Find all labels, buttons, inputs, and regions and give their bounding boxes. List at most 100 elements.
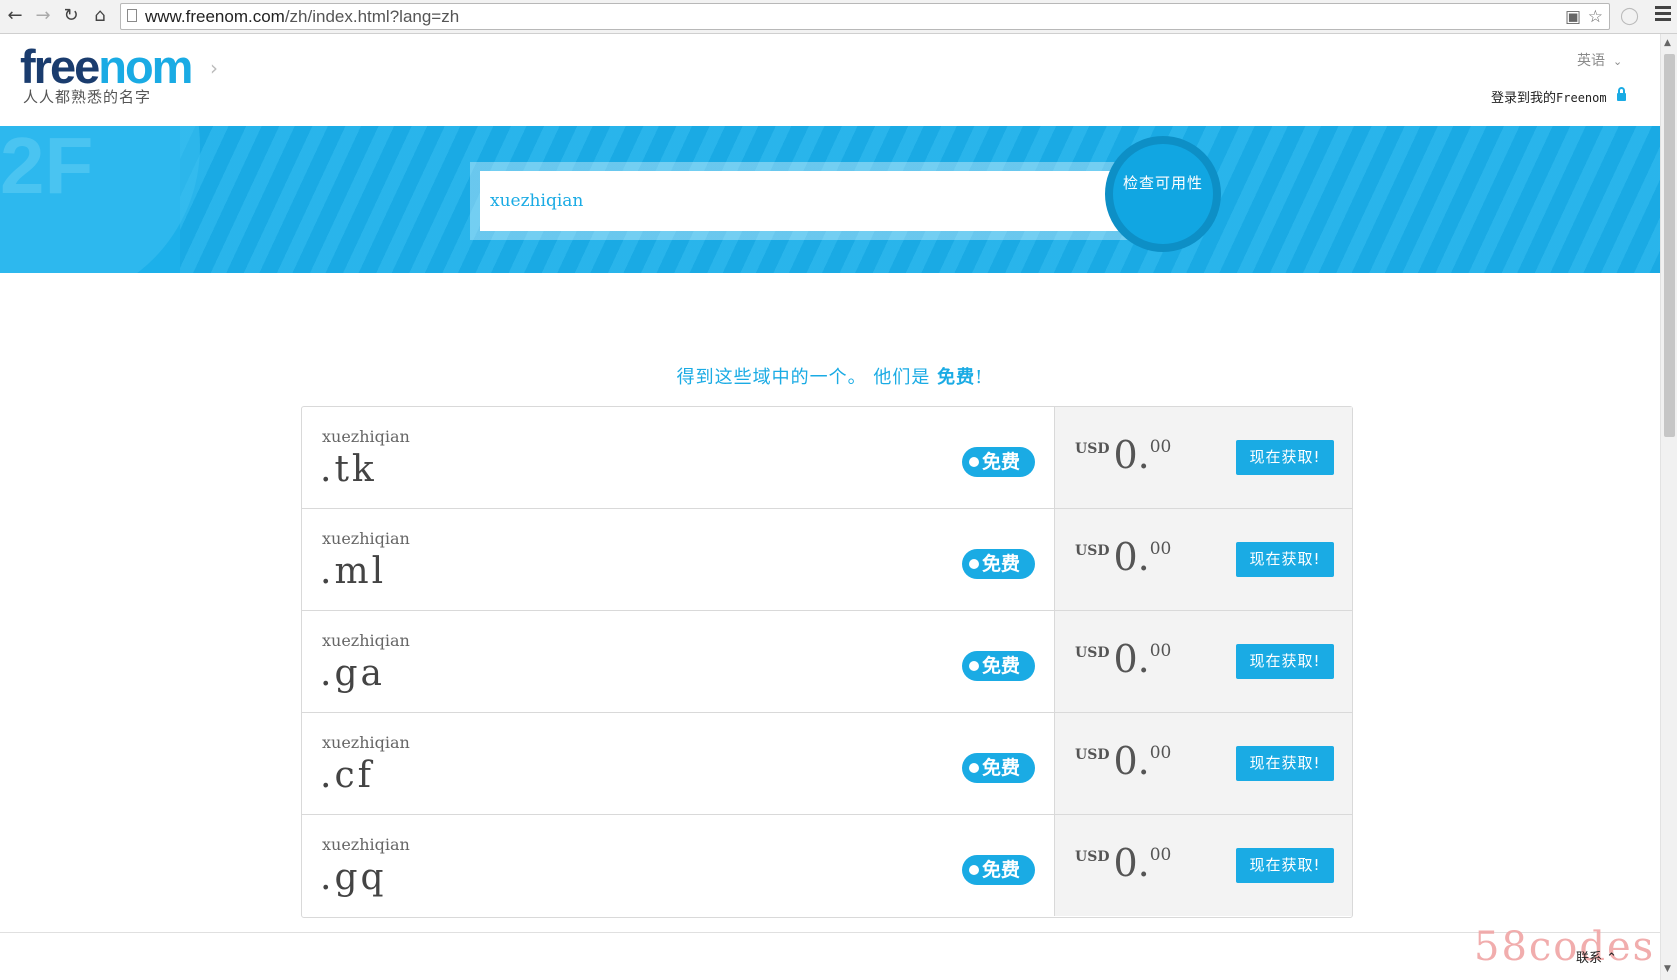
reload-icon[interactable]: ↻ <box>60 5 82 27</box>
domain-cell: xuezhiqian .ml 免费 <box>302 509 1054 610</box>
free-badge: 免费 <box>962 855 1035 885</box>
price: USD 0.00 <box>1075 433 1171 477</box>
price-integer: 0. <box>1113 433 1150 477</box>
chevron-up-icon: ⌃ <box>1606 951 1618 966</box>
domain-row: xuezhiqian .gq 免费 USD 0.00 现在获取! <box>302 815 1352 917</box>
domain-cell: xuezhiqian .ga 免费 <box>302 611 1054 712</box>
promo-highlight: 免费 <box>937 367 976 388</box>
tagline: 人人都熟悉的名字 <box>23 88 152 106</box>
hero-banner: 2F xuezhiqian 检查可用性 <box>0 126 1660 273</box>
home-icon[interactable]: ⌂ <box>89 5 111 27</box>
address-bar[interactable]: www.freenom.com/zh/index.html?lang=zh ▣ … <box>120 3 1610 30</box>
url-host: www.freenom.com <box>145 7 285 26</box>
price-currency: USD <box>1075 543 1110 559</box>
promo-suffix: ! <box>975 367 984 388</box>
free-badge: 免费 <box>962 753 1035 783</box>
scrollbar[interactable]: ▲ ▼ <box>1660 34 1677 980</box>
price-integer: 0. <box>1113 841 1150 885</box>
price-decimal: 00 <box>1149 845 1172 865</box>
free-badge: 免费 <box>962 651 1035 681</box>
get-now-button[interactable]: 现在获取! <box>1236 644 1334 679</box>
language-selector[interactable]: 英语 ⌄ <box>1577 50 1622 70</box>
free-badge: 免费 <box>962 549 1035 579</box>
get-now-button[interactable]: 现在获取! <box>1236 542 1334 577</box>
dot-icon <box>969 865 979 875</box>
price-cell: USD 0.00 现在获取! <box>1054 611 1352 712</box>
forward-icon[interactable]: → <box>32 5 54 27</box>
hero-decoration: 2F <box>0 126 94 210</box>
translate-icon[interactable]: ▣ <box>1565 7 1581 27</box>
domain-name: xuezhiqian <box>322 733 410 752</box>
domain-name: xuezhiqian <box>322 529 410 548</box>
domain-row: xuezhiqian .ml 免费 USD 0.00 现在获取! <box>302 509 1352 611</box>
domain-tld: .gq <box>320 857 387 898</box>
address-url: www.freenom.com/zh/index.html?lang=zh <box>145 7 459 27</box>
menu-icon[interactable] <box>1655 6 1671 26</box>
get-now-button[interactable]: 现在获取! <box>1236 440 1334 475</box>
get-now-button[interactable]: 现在获取! <box>1236 848 1334 883</box>
domain-cell: xuezhiqian .tk 免费 <box>302 407 1054 508</box>
contact-label: 联系 <box>1576 951 1603 966</box>
domain-tld: .cf <box>320 755 374 796</box>
price-integer: 0. <box>1113 739 1150 783</box>
watermark: 58codes <box>1474 924 1656 970</box>
domain-results-table: xuezhiqian .tk 免费 USD 0.00 现在获取! xuezhiqi… <box>301 406 1353 918</box>
domain-search-input[interactable]: xuezhiqian <box>480 171 1120 231</box>
domain-tld: .ga <box>320 653 385 694</box>
check-availability-button[interactable]: 检查可用性 <box>1105 136 1221 252</box>
price-decimal: 00 <box>1149 641 1172 661</box>
free-badge-label: 免费 <box>982 859 1021 881</box>
free-badge-label: 免费 <box>982 655 1021 677</box>
domain-tld: .ml <box>320 551 387 592</box>
domain-name: xuezhiqian <box>322 835 410 854</box>
domain-name: xuezhiqian <box>322 427 410 446</box>
price-currency: USD <box>1075 645 1110 661</box>
free-badge-label: 免费 <box>982 451 1021 473</box>
contact-link[interactable]: 联系 ⌃ <box>1576 947 1617 966</box>
price-cell: USD 0.00 现在获取! <box>1054 815 1352 916</box>
get-now-button[interactable]: 现在获取! <box>1236 746 1334 781</box>
price-integer: 0. <box>1113 637 1150 681</box>
lock-icon <box>1616 87 1626 101</box>
promo-text: 得到这些域中的一个。 他们是 免费! <box>0 363 1660 389</box>
scroll-down-icon[interactable]: ▼ <box>1664 964 1671 974</box>
domain-name: xuezhiqian <box>322 631 410 650</box>
price-cell: USD 0.00 现在获取! <box>1054 509 1352 610</box>
free-badge-label: 免费 <box>982 757 1021 779</box>
browser-toolbar: ← → ↻ ⌂ www.freenom.com/zh/index.html?la… <box>0 0 1677 34</box>
price-currency: USD <box>1075 441 1110 457</box>
domain-cell: xuezhiqian .gq 免费 <box>302 815 1054 916</box>
bookmark-star-icon[interactable]: ☆ <box>1588 7 1603 27</box>
login-text: 登录到我的 <box>1491 91 1557 106</box>
price: USD 0.00 <box>1075 637 1171 681</box>
language-label: 英语 <box>1577 53 1605 69</box>
extension-icon[interactable]: ◯ <box>1620 6 1639 26</box>
free-badge-label: 免费 <box>982 553 1021 575</box>
scroll-thumb[interactable] <box>1664 54 1675 437</box>
search-box: xuezhiqian <box>470 162 1130 240</box>
dot-icon <box>969 661 979 671</box>
domain-row: xuezhiqian .ga 免费 USD 0.00 现在获取! <box>302 611 1352 713</box>
price-currency: USD <box>1075 849 1110 865</box>
promo-main: 得到这些域中的一个。 他们是 <box>676 367 931 388</box>
page-icon <box>127 9 137 22</box>
price-currency: USD <box>1075 747 1110 763</box>
price: USD 0.00 <box>1075 739 1171 783</box>
scroll-up-icon[interactable]: ▲ <box>1664 38 1671 48</box>
price-decimal: 00 <box>1149 743 1172 763</box>
login-link[interactable]: 登录到我的Freenom <box>1491 87 1626 106</box>
back-icon[interactable]: ← <box>4 5 26 27</box>
url-path: /zh/index.html?lang=zh <box>284 7 460 26</box>
price-cell: USD 0.00 现在获取! <box>1054 407 1352 508</box>
dot-icon <box>969 457 979 467</box>
price-integer: 0. <box>1113 535 1150 579</box>
domain-cell: xuezhiqian .cf 免费 <box>302 713 1054 814</box>
freenom-logo[interactable]: freenom <box>20 42 193 92</box>
price-decimal: 00 <box>1149 437 1172 457</box>
domain-row: xuezhiqian .tk 免费 USD 0.00 现在获取! <box>302 407 1352 509</box>
chevron-down-icon: ⌄ <box>1613 55 1623 68</box>
price-cell: USD 0.00 现在获取! <box>1054 713 1352 814</box>
login-brand: Freenom <box>1556 91 1607 105</box>
price: USD 0.00 <box>1075 841 1171 885</box>
domain-tld: .tk <box>320 449 377 490</box>
